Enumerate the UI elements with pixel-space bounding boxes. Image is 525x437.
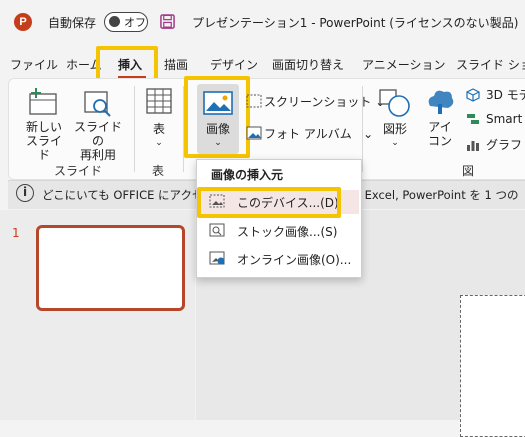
shapes-button[interactable]: 図形 (378, 122, 412, 136)
screenshot-label: スクリーンショット (264, 95, 372, 109)
new-slide-icon[interactable] (26, 86, 60, 118)
icons-icon[interactable] (424, 86, 456, 118)
chart-icon (467, 141, 479, 151)
screenshot-button[interactable]: スクリーンショット ⌄ (264, 95, 385, 109)
ribbon-separator (362, 86, 363, 172)
autosave-toggle[interactable]: オフ (104, 12, 148, 32)
ribbon-tabs: ファイル ホーム 挿入 描画 デザイン 画面切り替え アニメーション スライド … (0, 52, 525, 76)
slide-canvas[interactable] (460, 295, 525, 437)
tab-draw[interactable]: 描画 (164, 56, 188, 73)
group-label-table: 表 (152, 164, 165, 178)
highlight-this-device (197, 187, 341, 218)
smartart-icon (467, 114, 479, 124)
menu-title: 画像の挿入元 (211, 168, 284, 182)
powerpoint-logo-icon: P (14, 13, 32, 31)
table-icon[interactable] (145, 86, 173, 116)
tab-file[interactable]: ファイル (10, 56, 58, 73)
reuse-slide-label: スライドの 再利用 (73, 120, 122, 162)
3d-models-button[interactable]: 3D モデ (486, 88, 525, 102)
shapes-icon[interactable] (378, 88, 412, 118)
tab-animations[interactable]: アニメーション (362, 56, 446, 73)
stock-images-icon (209, 223, 225, 237)
tab-design[interactable]: デザイン (210, 56, 258, 73)
slide-number: 1 (12, 226, 20, 240)
document-title: プレゼンテーション1 - PowerPoint (ライセンスのない製品) (192, 16, 519, 30)
online-images-icon (209, 251, 225, 265)
smartart-button[interactable]: Smart (486, 112, 522, 126)
photo-album-icon (246, 126, 262, 140)
picture-insert-menu: 画像の挿入元 このデバイス...(D) ストック画像...(S) オンライン画像… (196, 159, 362, 278)
reuse-slide-icon[interactable] (82, 88, 114, 118)
photo-album-button[interactable]: フォト アルバム ⌄ (264, 127, 373, 141)
menu-item-label: ストック画像...(S) (237, 225, 338, 239)
group-label-slides: スライド (54, 164, 103, 178)
new-slide-button[interactable]: 新しい スライド (22, 120, 66, 162)
save-icon[interactable] (160, 14, 175, 29)
new-slide-label: 新しい スライド (25, 120, 62, 162)
table-button[interactable]: 表 (144, 122, 174, 136)
highlight-picture-button (184, 76, 250, 158)
chart-button[interactable]: グラフ (486, 138, 522, 152)
photo-album-label: フォト アルバム (264, 127, 352, 141)
group-label-illustrations: 図 (462, 164, 475, 178)
autosave-state: オフ (124, 16, 146, 29)
info-icon: i (16, 184, 34, 202)
tab-slideshow[interactable]: スライド ショー (456, 56, 525, 73)
info-text-left: どこにいても OFFICE にアクセ (42, 188, 204, 202)
tab-transitions[interactable]: 画面切り替え (272, 56, 344, 73)
screenshot-icon (246, 94, 262, 108)
table-chevron-icon[interactable]: ⌄ (150, 136, 168, 150)
ribbon-separator (134, 86, 135, 172)
shapes-chevron-icon[interactable]: ⌄ (386, 136, 404, 150)
info-text-right: d, Excel, PowerPoint を 1 つの (350, 188, 519, 202)
reuse-slide-button[interactable]: スライドの 再利用 (70, 120, 126, 162)
menu-item-label: オンライン画像(O)... (237, 253, 352, 267)
toggle-knob (109, 16, 120, 27)
3d-models-icon (466, 88, 480, 102)
slide-thumbnail[interactable] (36, 225, 185, 311)
icons-button[interactable]: アイ コン (424, 120, 456, 148)
autosave-label: 自動保存 (48, 16, 97, 30)
menu-item-online-images[interactable]: オンライン画像(O)... (199, 247, 359, 271)
menu-item-stock-images[interactable]: ストック画像...(S) (199, 219, 359, 243)
